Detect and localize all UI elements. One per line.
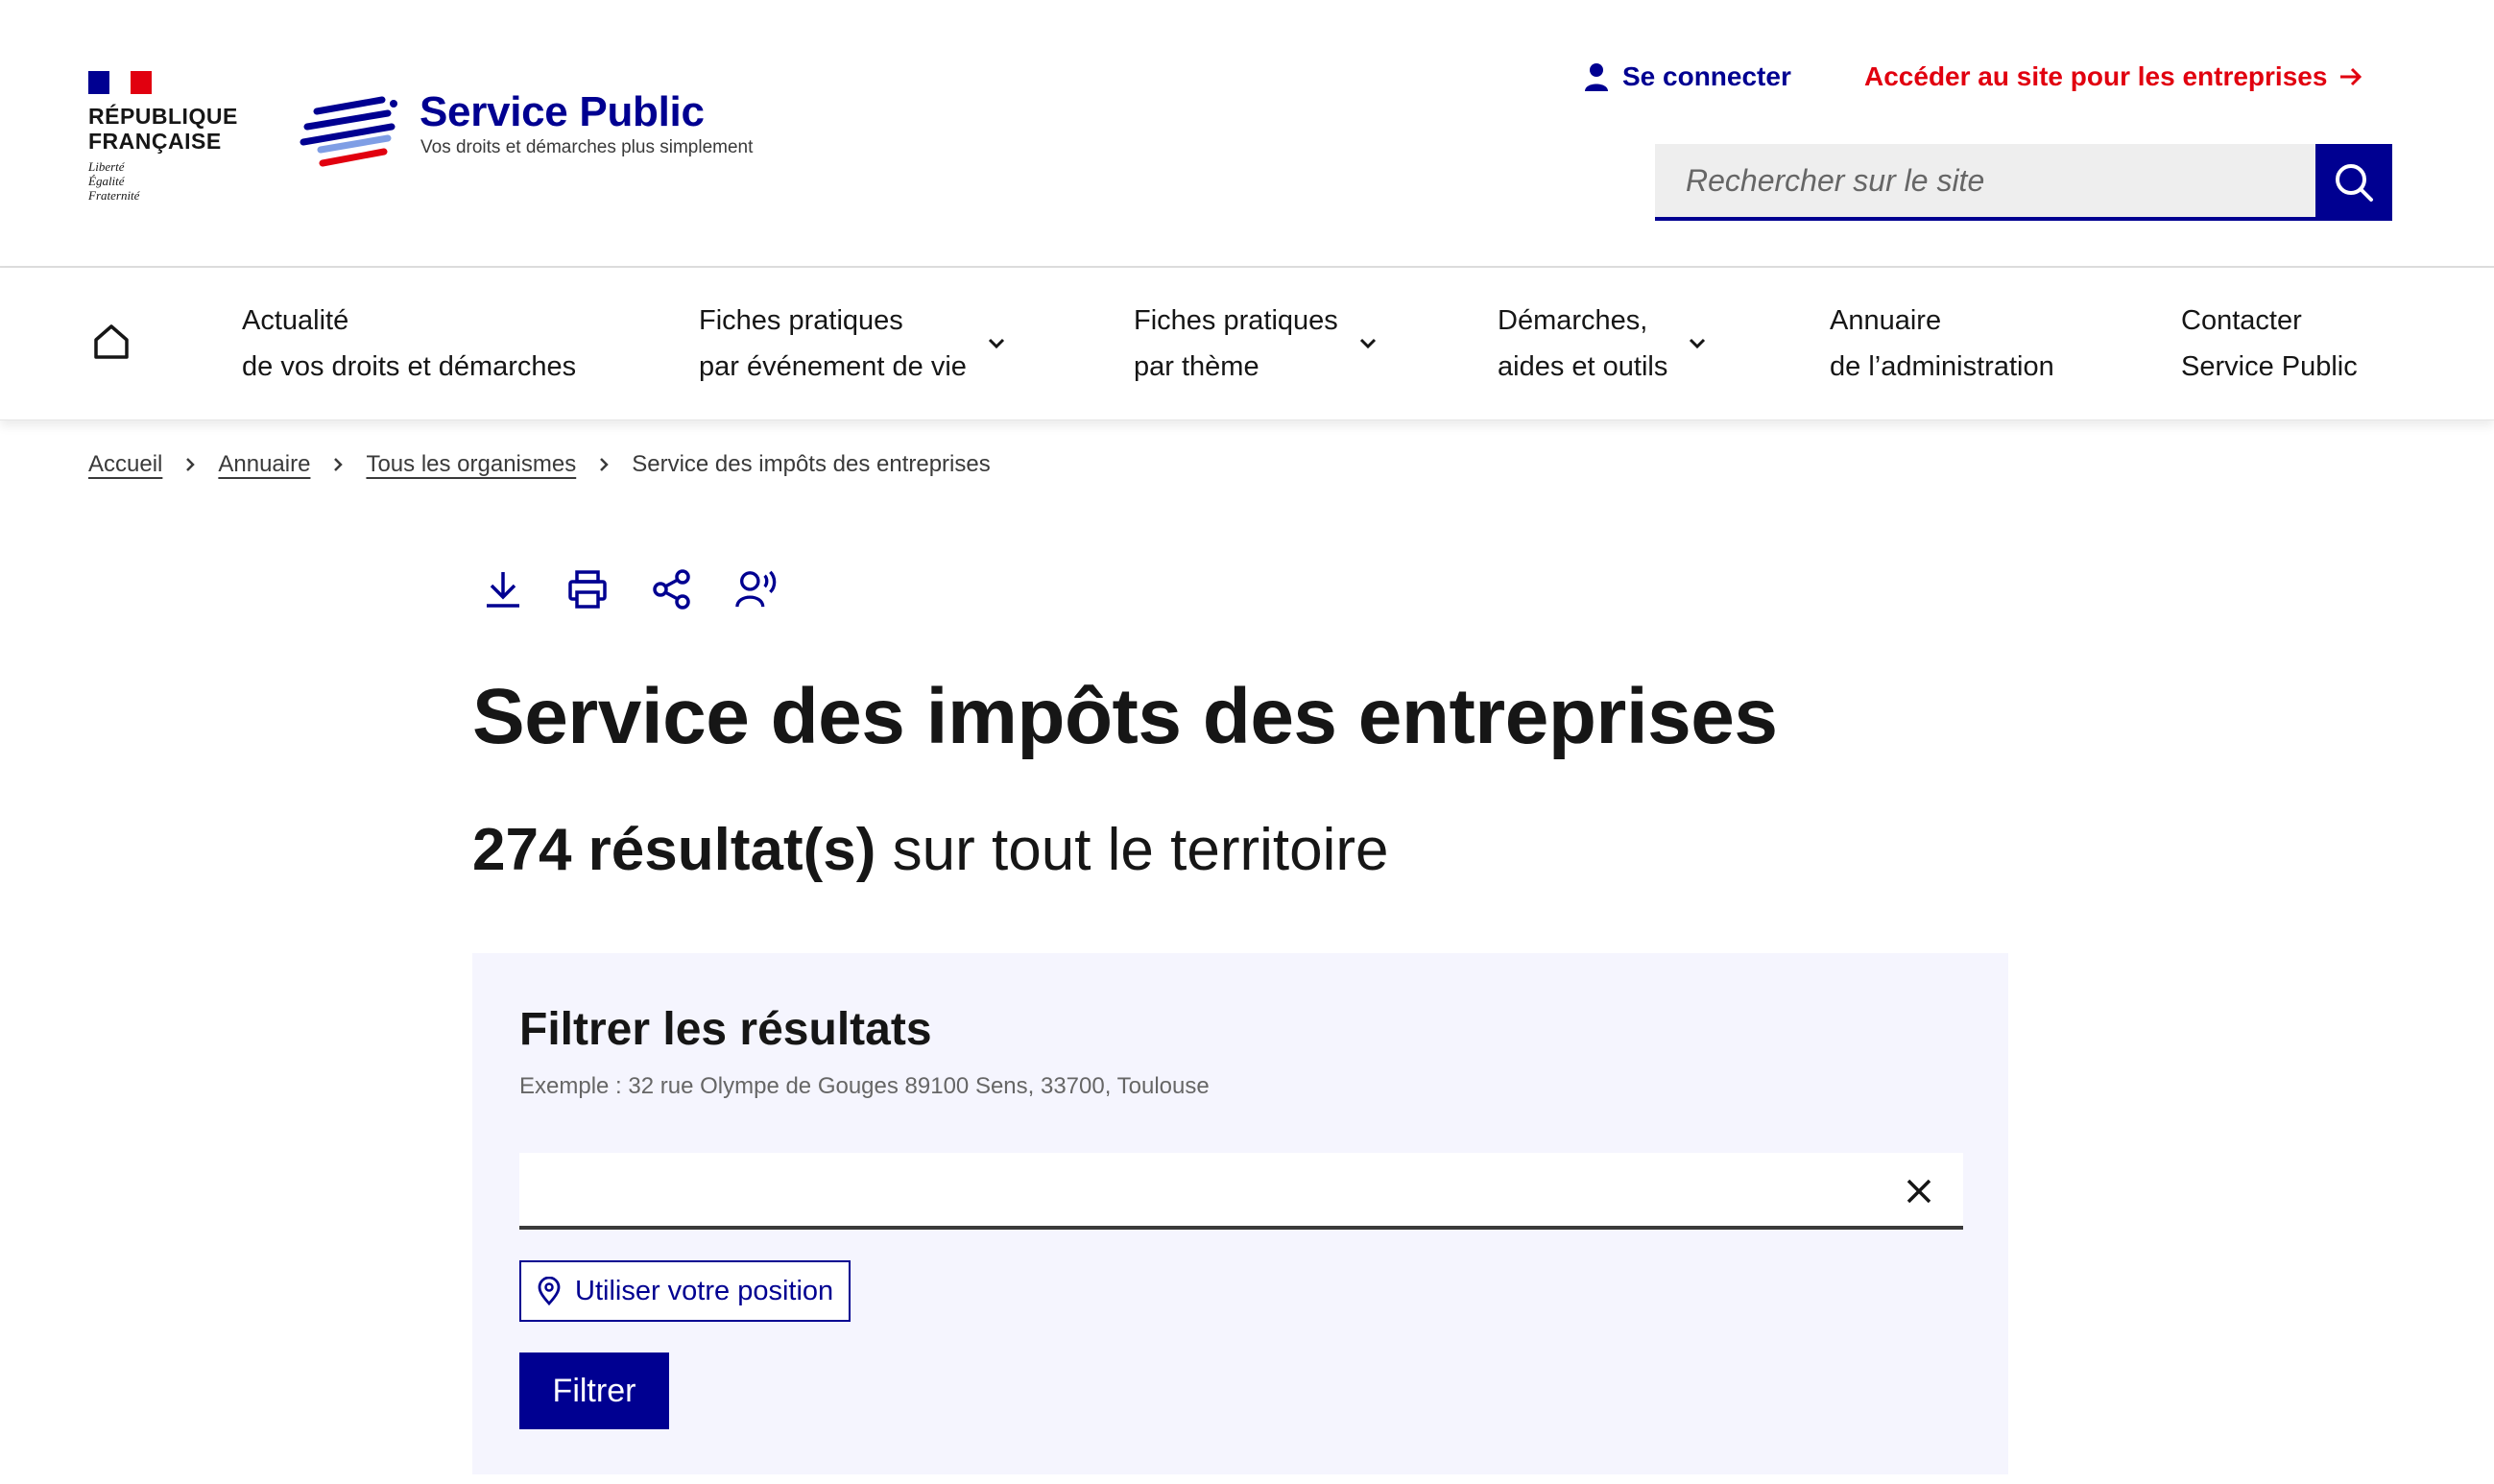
- breadcrumb-current: Service des impôts des entreprises: [632, 451, 991, 477]
- search-icon: [2336, 164, 2373, 202]
- print-icon: [568, 570, 607, 609]
- nav-item-line-2: par thème: [1134, 351, 1259, 382]
- site-title[interactable]: Service Public: [420, 88, 705, 136]
- listen-button[interactable]: [735, 568, 778, 610]
- nav-item-actualite[interactable]: Actualité de vos droits et démarches: [242, 298, 576, 390]
- main-navigation: Actualité de vos droits et démarches Fic…: [0, 269, 2494, 420]
- republic-name: RÉPUBLIQUE FRANÇAISE: [88, 104, 242, 154]
- login-link[interactable]: Se connecter: [1584, 61, 1791, 92]
- nav-item-line-2: par événement de vie: [699, 351, 967, 382]
- nav-item-line-2: Service Public: [2181, 351, 2358, 382]
- nav-item-fiches-theme[interactable]: Fiches pratiques par thème: [1134, 298, 1377, 390]
- republic-line-2: FRANÇAISE: [88, 129, 222, 154]
- chevron-right-icon: [185, 457, 196, 472]
- nav-item-fiches-evenement[interactable]: Fiches pratiques par événement de vie: [699, 298, 1005, 390]
- filter-title: Filtrer les résultats: [519, 1004, 932, 1055]
- motto-line-3: Fraternité: [88, 188, 140, 203]
- motto-line-2: Égalité: [88, 174, 125, 188]
- chevron-down-icon: [1690, 338, 1706, 349]
- pro-site-link[interactable]: Accéder au site pour les entreprises: [1864, 61, 2363, 92]
- nav-item-line-2: aides et outils: [1498, 351, 1668, 382]
- use-location-label: Utiliser votre position: [575, 1275, 834, 1306]
- nav-item-line-1: Fiches pratiques: [1134, 305, 1338, 336]
- republic-motto: Liberté Égalité Fraternité: [88, 159, 242, 203]
- home-icon[interactable]: [92, 323, 131, 361]
- nav-item-line-2: de vos droits et démarches: [242, 351, 577, 382]
- user-icon: [1585, 63, 1608, 91]
- site-tagline: Vos droits et démarches plus simplement: [420, 137, 754, 157]
- download-button[interactable]: [482, 568, 524, 610]
- nav-item-line-1: Actualité: [242, 305, 349, 336]
- filter-panel: Filtrer les résultats Exemple : 32 rue O…: [472, 953, 2008, 1474]
- result-summary: 274 résultat(s) sur tout le territoire: [472, 816, 1389, 884]
- map-pin-icon: [538, 1277, 561, 1305]
- site-header: RÉPUBLIQUE FRANÇAISE Liberté Égalité Fra…: [0, 0, 2494, 268]
- nav-item-line-1: Annuaire: [1830, 305, 1942, 336]
- filter-submit-button[interactable]: Filtrer: [519, 1352, 669, 1429]
- print-button[interactable]: [566, 568, 609, 610]
- page-tools: [482, 568, 778, 610]
- nav-item-line-1: Démarches,: [1498, 305, 1648, 336]
- breadcrumb: Accueil Annuaire Tous les organismes Ser…: [88, 451, 991, 478]
- breadcrumb-link-organismes[interactable]: Tous les organismes: [366, 451, 576, 478]
- listen-icon: [735, 570, 777, 608]
- motto-line-1: Liberté: [88, 159, 125, 174]
- republique-francaise-logo[interactable]: RÉPUBLIQUE FRANÇAISE Liberté Égalité Fra…: [88, 71, 242, 203]
- nav-item-line-1: Contacter: [2181, 305, 2302, 336]
- arrow-right-icon: [2340, 67, 2362, 86]
- nav-item-demarches[interactable]: Démarches, aides et outils: [1498, 298, 1706, 390]
- login-label: Se connecter: [1622, 61, 1791, 91]
- search-button[interactable]: [2315, 144, 2392, 221]
- chevron-down-icon: [988, 338, 1004, 349]
- chevron-right-icon: [333, 457, 344, 472]
- close-icon[interactable]: [1904, 1176, 1934, 1207]
- download-icon: [487, 572, 519, 608]
- site-search: Rechercher sur le site: [1655, 144, 2392, 221]
- service-public-logo-icon[interactable]: [300, 94, 405, 171]
- nav-item-line-2: de l’administration: [1830, 351, 2054, 382]
- filter-hint: Exemple : 32 rue Olympe de Gouges 89100 …: [519, 1073, 1210, 1099]
- chevron-right-icon: [599, 457, 609, 472]
- republic-line-1: RÉPUBLIQUE: [88, 104, 238, 129]
- nav-item-annuaire[interactable]: Annuaire de l’administration: [1830, 298, 2054, 390]
- pro-site-label: Accéder au site pour les entreprises: [1864, 61, 2328, 91]
- result-suffix: sur tout le territoire: [892, 817, 1389, 883]
- chevron-down-icon: [1359, 338, 1376, 349]
- breadcrumb-link-accueil[interactable]: Accueil: [88, 451, 162, 478]
- nav-item-contacter[interactable]: Contacter Service Public: [2181, 298, 2358, 390]
- result-count: 274 résultat(s): [472, 817, 876, 883]
- breadcrumb-link-annuaire[interactable]: Annuaire: [218, 451, 310, 478]
- use-location-button[interactable]: Utiliser votre position: [519, 1260, 851, 1322]
- share-button[interactable]: [651, 568, 693, 610]
- share-icon: [653, 569, 690, 610]
- search-input[interactable]: Rechercher sur le site: [1655, 144, 2315, 221]
- page-title: Service des impôts des entreprises: [472, 673, 1778, 760]
- french-flag-icon: [88, 71, 152, 94]
- nav-item-line-1: Fiches pratiques: [699, 305, 903, 336]
- address-input[interactable]: [519, 1153, 1963, 1230]
